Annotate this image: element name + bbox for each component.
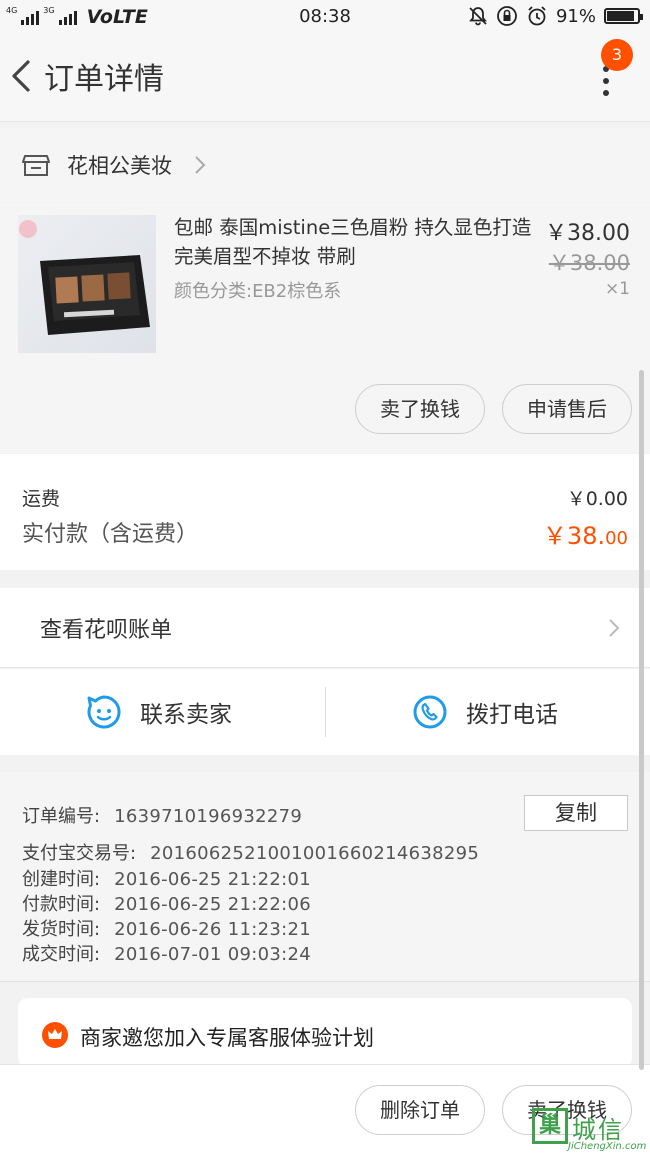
more-menu-icon[interactable] bbox=[598, 66, 614, 98]
product-quantity: ×1 bbox=[604, 279, 630, 299]
shop-icon bbox=[22, 155, 50, 176]
paid-label: 实付款（含运费） bbox=[22, 522, 199, 547]
chevron-right-icon bbox=[609, 619, 620, 637]
call-phone-button[interactable]: 拨打电话 bbox=[412, 669, 558, 755]
product-price: ￥38.00 bbox=[545, 221, 630, 246]
contact-seller-button[interactable]: 联系卖家 bbox=[86, 669, 232, 755]
info-key: 发货时间: bbox=[22, 919, 101, 940]
fee-section: 运费 ￥0.00 实付款（含运费） ￥38.00 bbox=[0, 454, 650, 570]
service-invite-card[interactable]: 商家邀您加入专属客服体验计划 bbox=[18, 998, 632, 1068]
shipped-time-row: 发货时间: 2016-06-26 11:23:21 bbox=[22, 915, 311, 941]
page-title: 订单详情 bbox=[44, 62, 164, 97]
back-arrow-icon[interactable] bbox=[6, 56, 36, 96]
product-card[interactable]: 包邮 泰国mistine三色眉粉 持久显色打造完美眉型不掉妆 带刷 颜色分类:E… bbox=[0, 203, 650, 453]
status-bar: 4G 3G VoLTE 08:38 91% bbox=[0, 0, 650, 34]
info-value: 2016-06-25 21:22:01 bbox=[114, 869, 311, 890]
phone-icon bbox=[413, 695, 447, 729]
info-value: 2016062521001001660214638295 bbox=[150, 843, 480, 864]
info-key: 创建时间: bbox=[22, 869, 101, 890]
battery-percent: 91% bbox=[555, 5, 596, 27]
product-image[interactable] bbox=[18, 215, 156, 353]
product-original-price: ￥38.00 bbox=[548, 251, 630, 275]
info-value: 2016-06-25 21:22:06 bbox=[114, 894, 311, 915]
order-number-row: 订单编号: 1639710196932279 bbox=[22, 802, 302, 828]
paid-value-main: ￥38. bbox=[542, 522, 606, 550]
sell-button[interactable]: 卖了换钱 bbox=[355, 384, 485, 434]
site-watermark: 巢 城信 JiChengXin.com bbox=[532, 1108, 650, 1155]
info-value: 2016-07-01 09:03:24 bbox=[114, 944, 311, 965]
completed-time-row: 成交时间: 2016-07-01 09:03:24 bbox=[22, 940, 311, 966]
mute-bell-icon bbox=[469, 7, 487, 26]
copy-button[interactable]: 复制 bbox=[524, 795, 628, 831]
shipping-value: ￥0.00 bbox=[566, 488, 628, 510]
shipping-label: 运费 bbox=[22, 488, 61, 510]
status-icons: 91% bbox=[468, 5, 643, 27]
product-spec: 颜色分类:EB2棕色系 bbox=[174, 281, 342, 302]
divider bbox=[325, 687, 326, 737]
huabei-bill-row[interactable]: 查看花呗账单 bbox=[0, 588, 650, 668]
contact-seller-label[interactable]: 联系卖家 bbox=[140, 695, 232, 729]
info-key: 成交时间: bbox=[22, 944, 101, 965]
battery-icon bbox=[604, 8, 643, 24]
watermark-text: 城信 bbox=[572, 1116, 624, 1144]
paid-time-row: 付款时间: 2016-06-25 21:22:06 bbox=[22, 890, 311, 916]
call-phone-label[interactable]: 拨打电话 bbox=[466, 695, 558, 729]
chat-face-icon bbox=[87, 695, 121, 729]
after-sale-button[interactable]: 申请售后 bbox=[502, 384, 632, 434]
shop-row[interactable]: 花相公美妆 bbox=[0, 128, 650, 202]
contact-row: 联系卖家 拨打电话 bbox=[0, 669, 650, 755]
service-invite-text[interactable]: 商家邀您加入专属客服体验计划 bbox=[80, 1022, 374, 1052]
huabei-bill-label[interactable]: 查看花呗账单 bbox=[40, 612, 172, 644]
info-value: 2016-06-26 11:23:21 bbox=[114, 919, 311, 940]
watermark-logo-box: 巢 bbox=[532, 1108, 568, 1144]
chevron-right-icon bbox=[195, 156, 206, 174]
shop-name[interactable]: 花相公美妆 bbox=[67, 150, 172, 180]
eyebrow-palette-illustration bbox=[19, 220, 150, 335]
alipay-trade-row: 支付宝交易号: 2016062521001001660214638295 bbox=[22, 839, 479, 865]
paid-value-cents: 00 bbox=[605, 528, 628, 549]
info-key: 订单编号: bbox=[22, 806, 101, 827]
info-key: 付款时间: bbox=[22, 894, 101, 915]
created-time-row: 创建时间: 2016-06-25 21:22:01 bbox=[22, 865, 311, 891]
scrollbar[interactable] bbox=[639, 370, 644, 1070]
info-value: 1639710196932279 bbox=[114, 806, 303, 827]
watermark-url: JiChengXin.com bbox=[568, 1141, 647, 1152]
paid-value: ￥38.00 bbox=[543, 516, 628, 551]
alarm-icon bbox=[528, 6, 546, 26]
nav-bar: 订单详情 3 bbox=[0, 34, 650, 122]
info-key: 支付宝交易号: bbox=[22, 843, 137, 864]
notification-badge: 3 bbox=[601, 39, 633, 71]
crown-icon bbox=[42, 1022, 68, 1048]
order-info-section: 订单编号: 1639710196932279 复制 支付宝交易号: 20160625… bbox=[0, 772, 650, 982]
product-title[interactable]: 包邮 泰国mistine三色眉粉 持久显色打造完美眉型不掉妆 带刷 bbox=[174, 213, 544, 271]
rotation-lock-icon bbox=[497, 6, 517, 26]
delete-order-button[interactable]: 删除订单 bbox=[355, 1085, 485, 1135]
